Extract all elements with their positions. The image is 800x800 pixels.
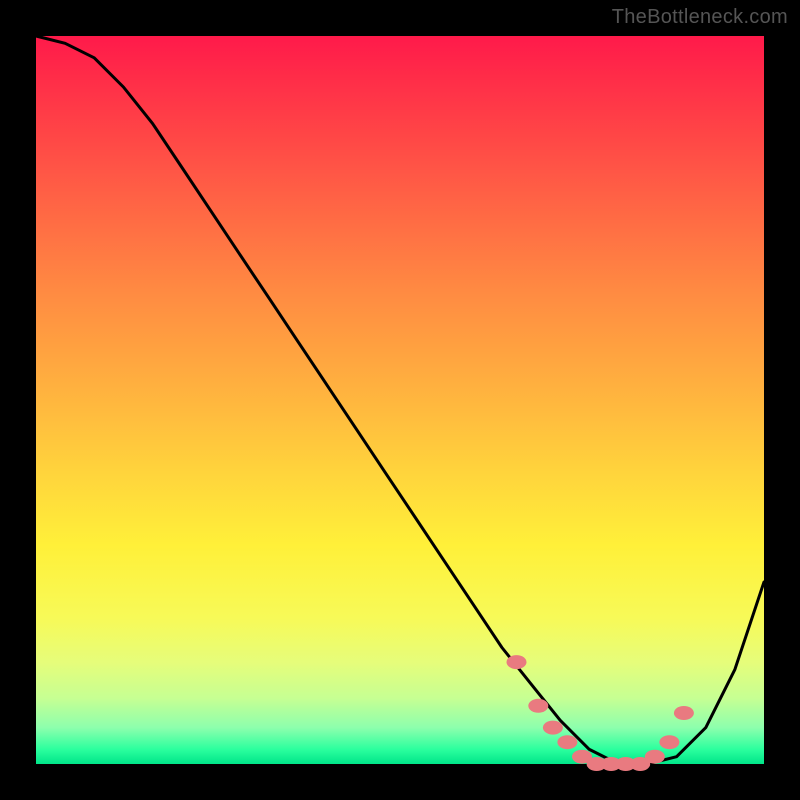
- highlight-marker: [659, 735, 679, 749]
- highlight-marker: [645, 750, 665, 764]
- highlight-marker: [507, 655, 527, 669]
- highlight-marker: [557, 735, 577, 749]
- bottleneck-curve: [36, 36, 764, 764]
- watermark-text: TheBottleneck.com: [612, 6, 788, 29]
- highlight-marker: [543, 721, 563, 735]
- plot-area: [36, 36, 764, 764]
- highlight-marker: [674, 706, 694, 720]
- curve-layer: [36, 36, 764, 764]
- highlight-marker: [528, 699, 548, 713]
- chart-frame: TheBottleneck.com: [0, 0, 800, 800]
